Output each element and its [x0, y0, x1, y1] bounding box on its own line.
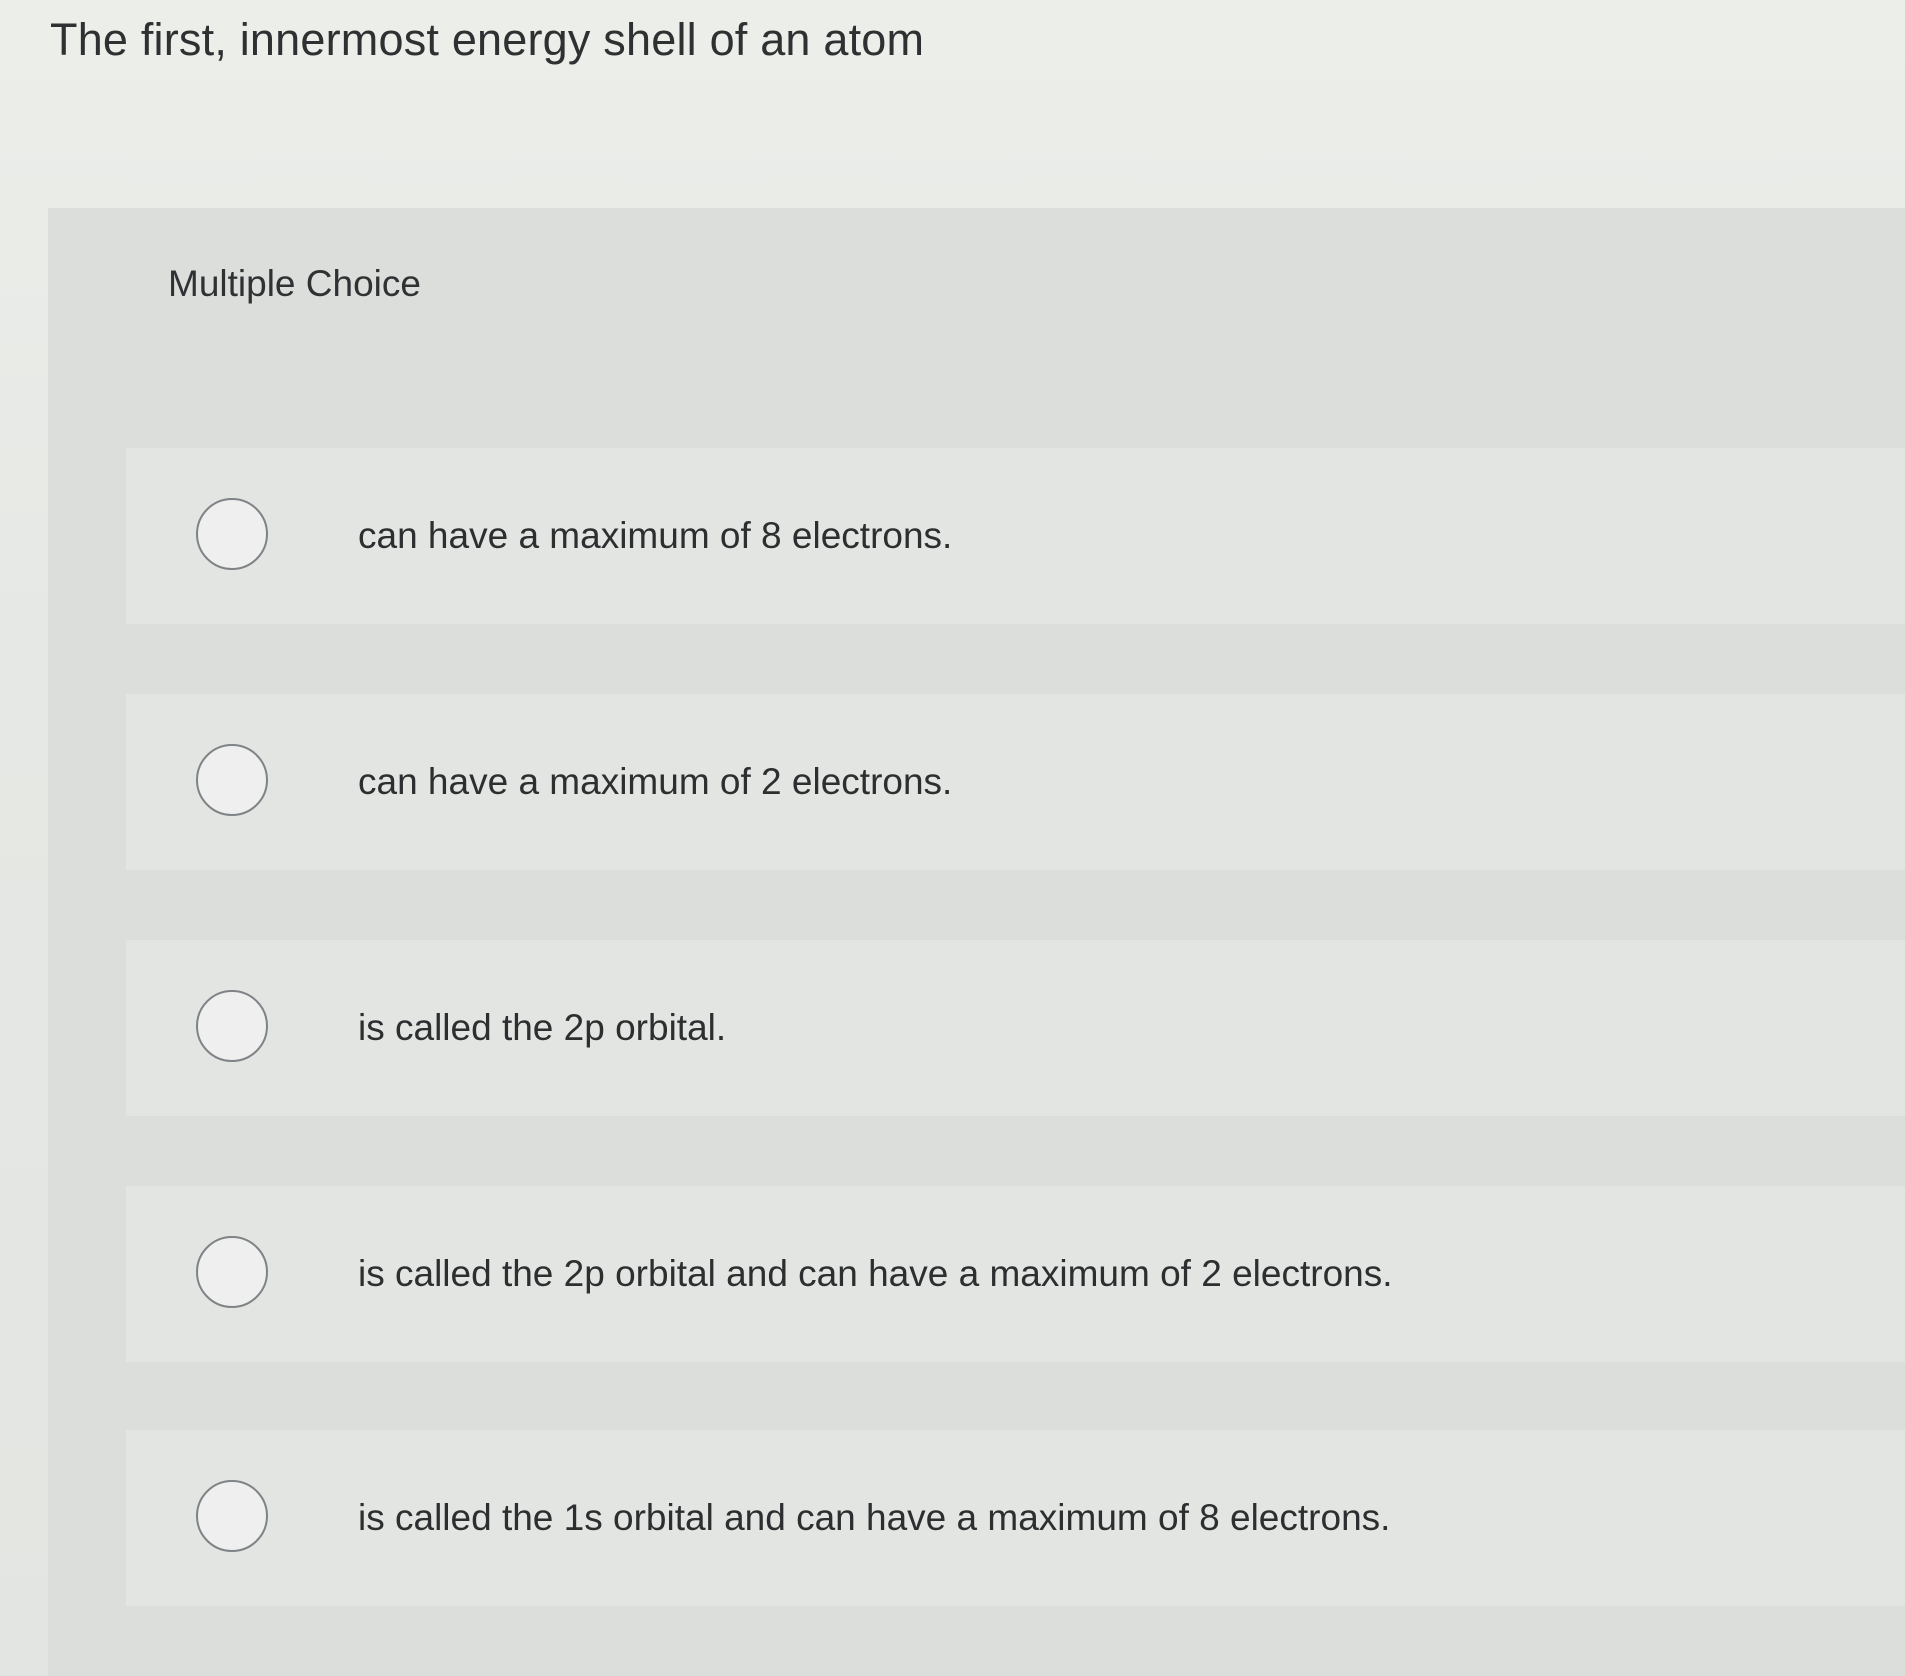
- radio-button-icon[interactable]: [196, 990, 268, 1062]
- answer-option-label: can have a maximum of 2 electrons.: [358, 761, 953, 802]
- answer-option-1[interactable]: can have a maximum of 8 electrons.: [126, 448, 1905, 624]
- answer-option-label: is called the 2p orbital.: [358, 1007, 727, 1048]
- quiz-page: The first, innermost energy shell of an …: [0, 0, 1905, 1676]
- answer-option-label: is called the 1s orbital and can have a …: [358, 1497, 1391, 1538]
- multiple-choice-panel: Multiple Choice can have a maximum of 8 …: [48, 208, 1905, 1676]
- answer-option-label: is called the 2p orbital and can have a …: [358, 1253, 1393, 1294]
- radio-button-icon[interactable]: [196, 744, 268, 816]
- answer-option-label: can have a maximum of 8 electrons.: [358, 515, 953, 556]
- question-type-label: Multiple Choice: [168, 263, 421, 304]
- question-prompt: The first, innermost energy shell of an …: [50, 14, 925, 65]
- answer-option-4[interactable]: is called the 2p orbital and can have a …: [126, 1186, 1905, 1362]
- radio-button-icon[interactable]: [196, 1480, 268, 1552]
- radio-button-icon[interactable]: [196, 498, 268, 570]
- answer-option-2[interactable]: can have a maximum of 2 electrons.: [126, 694, 1905, 870]
- answer-option-3[interactable]: is called the 2p orbital.: [126, 940, 1905, 1116]
- radio-button-icon[interactable]: [196, 1236, 268, 1308]
- answer-option-5[interactable]: is called the 1s orbital and can have a …: [126, 1430, 1905, 1606]
